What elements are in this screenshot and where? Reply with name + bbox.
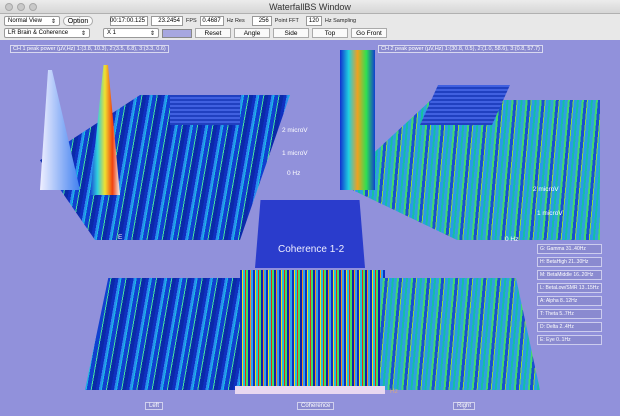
option-button[interactable]: Option bbox=[63, 16, 93, 26]
color-swatch[interactable] bbox=[162, 28, 192, 38]
angle-button[interactable]: Angle bbox=[234, 28, 270, 38]
fps-field: 23.2454 bbox=[151, 16, 183, 26]
ch2-axis-0hz: 0 Hz bbox=[505, 236, 519, 243]
ch2-axis-1uv: 1 microV bbox=[537, 210, 563, 217]
coherence-title: Coherence 1-2 bbox=[278, 244, 345, 255]
coherence-axis-hz: Hz bbox=[390, 388, 398, 395]
go-front-button[interactable]: Go Front bbox=[351, 28, 387, 38]
mode-select[interactable]: LR Brain & Coherence ⇕ bbox=[4, 28, 90, 38]
legend-beta-low: L: BetaLow/SMR 13..15Hz bbox=[537, 283, 602, 293]
ch2-axis-2uv: 2 microV bbox=[533, 186, 559, 193]
title-bar: WaterfallBS Window bbox=[0, 0, 620, 14]
legend-beta-middle: M: BetaMiddle 16..20Hz bbox=[537, 270, 602, 280]
ch1-axis-2uv: 2 microV bbox=[282, 127, 308, 134]
right-view-button[interactable]: Right bbox=[453, 402, 476, 410]
legend-beta-high: H: BetaHigh 21..30Hz bbox=[537, 257, 602, 267]
sampling-label: Hz Sampling bbox=[324, 18, 357, 24]
fft-label: Point FFT bbox=[274, 18, 299, 24]
fps-label: FPS bbox=[186, 18, 197, 24]
hz-res-label: Hz Res bbox=[226, 18, 245, 24]
reset-button[interactable]: Reset bbox=[195, 28, 231, 38]
legend-eye: E: Eye 0..1Hz bbox=[537, 335, 602, 345]
coherence-axis-strip bbox=[235, 386, 385, 394]
hz-res-field[interactable]: 0.4687 bbox=[199, 16, 224, 26]
coherence-view-button[interactable]: Coherence bbox=[297, 402, 335, 410]
ch1-axis-1uv: 1 microV bbox=[282, 150, 308, 157]
legend-alpha: A: Alpha 8..12Hz bbox=[537, 296, 602, 306]
ch2-peak bbox=[340, 50, 375, 190]
coherence-panel bbox=[255, 200, 365, 268]
ch1-back-plane bbox=[170, 95, 240, 125]
scale-select[interactable]: X 1 ⇕ bbox=[103, 28, 159, 38]
right-flat-view bbox=[380, 278, 540, 390]
view-select[interactable]: Normal View ⇕ bbox=[4, 16, 60, 26]
time-field: 00:17:00.125 bbox=[110, 16, 148, 26]
band-legend: G: Gamma 31..40Hz H: BetaHigh 21..30Hz M… bbox=[537, 244, 602, 345]
coherence-flat-view bbox=[240, 270, 385, 386]
left-flat-view bbox=[85, 278, 240, 390]
legend-gamma: G: Gamma 31..40Hz bbox=[537, 244, 602, 254]
top-button[interactable]: Top bbox=[312, 28, 348, 38]
window-title: WaterfallBS Window bbox=[269, 2, 351, 12]
ch1-axis-0hz: 0 Hz bbox=[287, 170, 301, 177]
legend-theta: T: Theta 5..7Hz bbox=[537, 309, 602, 319]
left-view-button[interactable]: Left bbox=[145, 402, 164, 410]
ch1-caption: CH 1 peak power (µV,Hz) 1:(3.8, 10.3), 2… bbox=[10, 45, 169, 53]
legend-delta: D: Delta 2..4Hz bbox=[537, 322, 602, 332]
fft-field[interactable]: 256 bbox=[251, 16, 272, 26]
sampling-field[interactable]: 120 bbox=[305, 16, 322, 26]
side-button[interactable]: Side bbox=[273, 28, 309, 38]
ch1-axis-e: E bbox=[118, 234, 123, 241]
ch2-caption: CH 2 peak power (µV,Hz) 1:(30.8, 0.5), 2… bbox=[378, 45, 543, 53]
